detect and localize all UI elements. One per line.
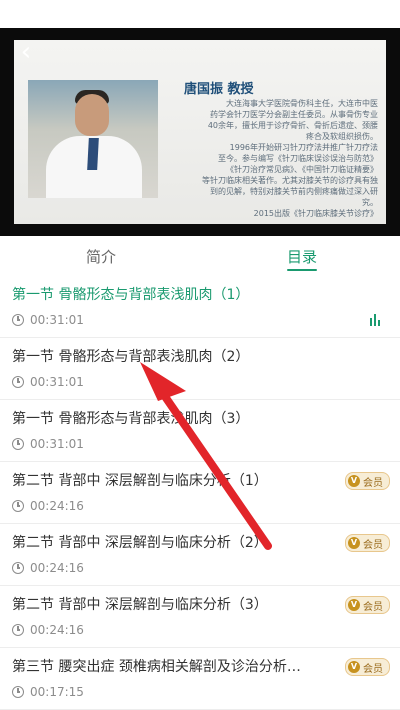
clock-icon [12, 624, 24, 636]
lesson-title: 第三节 腰突出症 颈椎病相关解剖及诊治分析… [12, 659, 301, 675]
vip-badge-icon: V [348, 537, 360, 549]
bio-line: 药学会针刀医学分会副主任委员。从事骨伤专业 [210, 110, 378, 119]
lesson-item[interactable]: 第一节 骨骼形态与背部表浅肌肉（2） 00:31:01 [0, 338, 400, 400]
teacher-photo [28, 80, 158, 198]
photo-head [75, 94, 109, 136]
photo-tie [87, 138, 99, 170]
teacher-name-title: 唐国振 教授 [184, 82, 254, 97]
bio-line: 究。 [362, 198, 378, 207]
vip-badge: V 会员 [345, 472, 390, 490]
vip-label: 会员 [363, 539, 383, 551]
vip-label: 会员 [363, 663, 383, 675]
lesson-title: 第二节 背部中 深层解剖与临床分析（1） [12, 473, 268, 489]
video-player[interactable]: 唐国振 教授 大连海事大学医院骨伤科主任，大连市中医 药学会针刀医学分会副主任委… [0, 28, 400, 236]
lesson-title: 第一节 骨骼形态与背部表浅肌肉（2） [12, 349, 250, 365]
lesson-meta: 00:31:01 [12, 436, 84, 452]
bio-line: 到的见解，特别对膝关节前内侧疼痛做过深入研 [210, 187, 378, 196]
lesson-item[interactable]: 第三节 腰突出症 颈椎病相关解剖及诊治分析… 00:17:15 V 会员 [0, 648, 400, 710]
clock-icon [12, 686, 24, 698]
vip-badge-icon: V [348, 661, 360, 673]
vip-badge: V 会员 [345, 658, 390, 676]
lesson-title: 第一节 骨骼形态与背部表浅肌肉（3） [12, 411, 250, 427]
lesson-meta: 00:24:16 [12, 622, 84, 638]
lesson-meta: 00:31:01 [12, 312, 84, 328]
lecture-slide: 唐国振 教授 大连海事大学医院骨伤科主任，大连市中医 药学会针刀医学分会副主任委… [14, 40, 386, 224]
vip-badge: V 会员 [345, 596, 390, 614]
lesson-item[interactable]: 第一节 骨骼形态与背部表浅肌肉（3） 00:31:01 [0, 400, 400, 462]
tab-bar: 简介 目录 [0, 236, 400, 276]
lesson-duration: 00:31:01 [30, 375, 84, 389]
lesson-meta: 00:17:15 [12, 684, 84, 700]
bio-line: 40余年，擅长用于诊疗骨折、骨折后遗症、颈腰 [207, 121, 378, 130]
status-bar-area [0, 0, 400, 28]
lesson-item[interactable]: 第一节 骨骼形态与背部表浅肌肉（1） 00:31:01 [0, 276, 400, 338]
bio-line: 至今。参与编写《针刀临床误诊误治与防范》 [218, 154, 378, 163]
bio-line: 1996年开始研习针刀疗法并推广针刀疗法 [229, 143, 378, 152]
lesson-duration: 00:24:16 [30, 623, 84, 637]
lesson-title: 第二节 背部中 深层解剖与临床分析（3） [12, 597, 268, 613]
lesson-duration: 00:24:16 [30, 499, 84, 513]
lesson-meta: 00:24:16 [12, 560, 84, 576]
bio-line: 《针刀治疗常见病》、《中国针刀临证精要》 [226, 165, 378, 174]
clock-icon [12, 376, 24, 388]
lesson-duration: 00:17:15 [30, 685, 84, 699]
lesson-item[interactable]: 第二节 背部中 深层解剖与临床分析（1） 00:24:16 V 会员 [0, 462, 400, 524]
lesson-list: 第一节 骨骼形态与背部表浅肌肉（1） 00:31:01 第一节 骨骼形态与背部表… [0, 276, 400, 710]
lesson-meta: 00:24:16 [12, 498, 84, 514]
bio-line: 2015出版《针刀临床膝关节诊疗》 [253, 209, 378, 218]
lesson-duration: 00:31:01 [30, 437, 84, 451]
clock-icon [12, 562, 24, 574]
bio-line: 疼合及软组织损伤。 [306, 132, 378, 141]
vip-badge-icon: V [348, 599, 360, 611]
vip-label: 会员 [363, 601, 383, 613]
tab-catalog[interactable]: 目录 [287, 246, 317, 267]
lesson-duration: 00:24:16 [30, 561, 84, 575]
back-chevron-left-icon[interactable]: ‹ [14, 38, 38, 66]
clock-icon [12, 314, 24, 326]
clock-icon [12, 438, 24, 450]
lesson-item[interactable]: 第二节 背部中 深层解剖与临床分析（2） 00:24:16 V 会员 [0, 524, 400, 586]
vip-badge-icon: V [348, 475, 360, 487]
clock-icon [12, 500, 24, 512]
tab-intro[interactable]: 简介 [86, 246, 116, 267]
bio-line: 等针刀临床相关著作。尤其对膝关节的诊疗具有独 [202, 176, 378, 185]
tab-active-indicator [287, 269, 317, 271]
lesson-duration: 00:31:01 [30, 313, 84, 327]
lesson-meta: 00:31:01 [12, 374, 84, 390]
lesson-title: 第二节 背部中 深层解剖与临床分析（2） [12, 535, 268, 551]
lesson-item[interactable]: 第二节 背部中 深层解剖与临床分析（3） 00:24:16 V 会员 [0, 586, 400, 648]
vip-badge: V 会员 [345, 534, 390, 552]
equalizer-icon [370, 314, 382, 326]
lesson-title: 第一节 骨骼形态与背部表浅肌肉（1） [12, 287, 250, 303]
teacher-bio: 大连海事大学医院骨伤科主任，大连市中医 药学会针刀医学分会副主任委员。从事骨伤专… [176, 98, 378, 219]
bio-line: 大连海事大学医院骨伤科主任，大连市中医 [226, 99, 378, 108]
vip-label: 会员 [363, 477, 383, 489]
